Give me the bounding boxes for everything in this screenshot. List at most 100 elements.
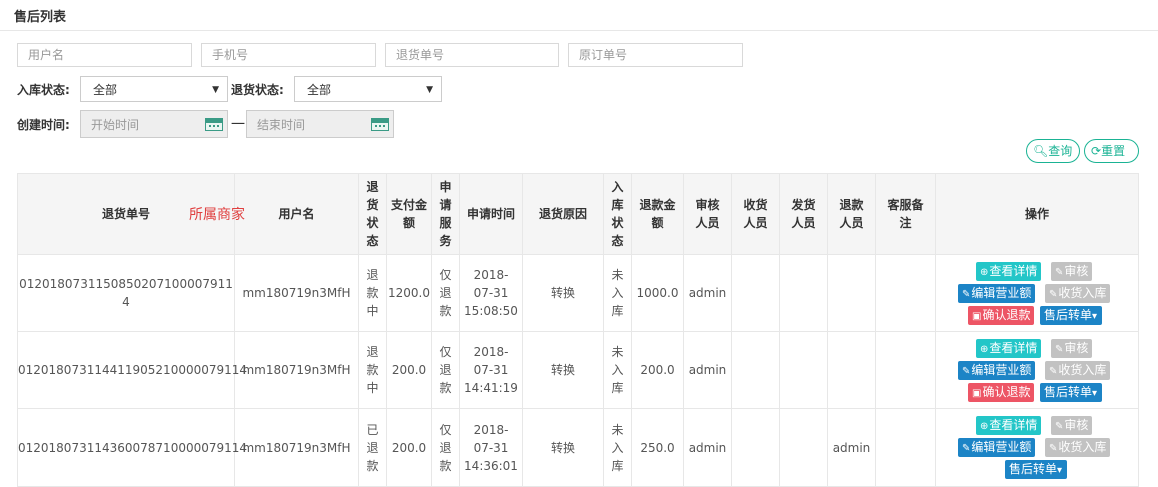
zoom-in-icon: ⊕ xyxy=(980,421,989,432)
view-detail-button[interactable]: ⊕查看详情 xyxy=(976,416,1042,435)
audit-button[interactable]: ✎审核 xyxy=(1051,262,1093,281)
edit-icon: ✎ xyxy=(962,443,971,454)
cell-receiver xyxy=(731,331,780,409)
edit-revenue-button[interactable]: ✎编辑营业额 xyxy=(958,284,1036,303)
cell-username: mm180719n3MfH xyxy=(234,331,359,409)
table-header-row: 退货单号 用户名 退 货 状 态 支付金 额 申 请 服 务 申请时间 退货原因… xyxy=(17,173,1139,255)
table-row: 0120180731150850207100007911​4 mm180719n… xyxy=(17,254,1139,332)
header-receiver: 收货 人员 xyxy=(731,173,780,255)
table-row: 012018073114360078710000079114 mm180719n… xyxy=(17,408,1139,487)
cell-refund: 250.0 xyxy=(631,408,684,487)
title-divider xyxy=(0,30,1158,31)
edit-revenue-button[interactable]: ✎编辑营业额 xyxy=(958,361,1036,380)
stock-status-select[interactable]: 全部 ▼ xyxy=(80,76,228,102)
cell-refunder xyxy=(827,254,876,332)
audit-button[interactable]: ✎审核 xyxy=(1051,339,1093,358)
audit-button[interactable]: ✎审核 xyxy=(1051,416,1093,435)
start-date-placeholder: 开始时间 xyxy=(91,118,140,132)
return-status-label: 退货状态: xyxy=(231,83,284,97)
cell-apply-time: 2018- 07-31 14:36:01 xyxy=(459,408,523,487)
transfer-dropdown-button[interactable]: 售后转单▾ xyxy=(1005,460,1068,479)
edit-icon: ✎ xyxy=(1049,443,1058,454)
return-status-select[interactable]: 全部 ▼ xyxy=(294,76,442,102)
cell-return-no: 012018073114411905210000079114 xyxy=(17,331,247,409)
phone-input[interactable]: 手机号 xyxy=(201,43,376,67)
transfer-dropdown-button[interactable]: 售后转单▾ xyxy=(1040,306,1103,325)
confirm-refund-button[interactable]: ▣确认退款 xyxy=(968,383,1035,402)
cell-receiver xyxy=(731,408,780,487)
refresh-icon: ⟳ xyxy=(1091,144,1102,158)
view-detail-button[interactable]: ⊕查看详情 xyxy=(976,262,1042,281)
orig-order-input[interactable]: 原订单号 xyxy=(568,43,743,67)
view-detail-button[interactable]: ⊕查看详情 xyxy=(976,339,1042,358)
caret-down-icon: ▾ xyxy=(1092,311,1098,322)
reset-button[interactable]: ⟳重置 xyxy=(1084,139,1139,163)
receive-stock-button[interactable]: ✎收货入库 xyxy=(1045,438,1111,457)
cell-refund: 200.0 xyxy=(631,331,684,409)
cell-stock-status: 未 入 库 xyxy=(603,331,632,409)
cell-return-status: 已 退 款 xyxy=(358,408,387,487)
cell-return-status: 退 款 中 xyxy=(358,254,387,332)
merchant-annotation: 所属商家 xyxy=(189,207,245,223)
header-service: 申 请 服 务 xyxy=(431,173,460,255)
cell-auditor: admin xyxy=(683,331,732,409)
edit-revenue-button[interactable]: ✎编辑营业额 xyxy=(958,438,1036,457)
return-status-value: 全部 xyxy=(307,83,332,97)
cell-operations: ⊕查看详情 ✎审核 ✎编辑营业额 ✎收货入库 ▣确认退款 售后转单▾ xyxy=(935,331,1139,409)
start-date-input[interactable]: 开始时间 xyxy=(80,110,228,138)
cell-stock-status: 未 入 库 xyxy=(603,254,632,332)
edit-icon: ✎ xyxy=(1055,267,1064,278)
cell-stock-status: 未 入 库 xyxy=(603,408,632,487)
confirm-refund-button[interactable]: ▣确认退款 xyxy=(968,306,1035,325)
cell-operations: ⊕查看详情 ✎审核 ✎编辑营业额 ✎收货入库 ▣确认退款 售后转单▾ xyxy=(935,254,1139,332)
save-icon: ▣ xyxy=(972,388,982,399)
caret-down-icon: ▾ xyxy=(1057,465,1063,476)
cell-apply-time: 2018- 07-31 14:41:19 xyxy=(459,331,523,409)
cell-shipper xyxy=(779,408,828,487)
query-button[interactable]: 🔍︎查询 xyxy=(1026,139,1080,163)
calendar-icon[interactable] xyxy=(205,118,223,131)
header-paid: 支付金 额 xyxy=(386,173,432,255)
cell-operations: ⊕查看详情 ✎审核 ✎编辑营业额 ✎收货入库 售后转单▾ xyxy=(935,408,1139,487)
header-auditor: 审核 人员 xyxy=(683,173,732,255)
page-title: 售后列表 xyxy=(14,10,67,25)
cell-refunder xyxy=(827,331,876,409)
return-no-input[interactable]: 退货单号 xyxy=(385,43,559,67)
chevron-down-icon: ▼ xyxy=(212,85,219,95)
header-remark: 客服备 注 xyxy=(875,173,936,255)
edit-icon: ✎ xyxy=(1049,366,1058,377)
cell-paid: 200.0 xyxy=(386,408,432,487)
username-input[interactable]: 用户名 xyxy=(17,43,192,67)
cell-shipper xyxy=(779,331,828,409)
transfer-dropdown-button[interactable]: 售后转单▾ xyxy=(1040,383,1103,402)
header-refund: 退款金 额 xyxy=(631,173,684,255)
edit-icon: ✎ xyxy=(1049,289,1058,300)
cell-receiver xyxy=(731,254,780,332)
cell-service: 仅 退 款 xyxy=(431,408,460,487)
cell-refunder: admin xyxy=(827,408,876,487)
header-operations: 操作 xyxy=(935,173,1139,255)
calendar-icon[interactable] xyxy=(371,118,389,131)
edit-icon: ✎ xyxy=(1055,421,1064,432)
cell-service: 仅 退 款 xyxy=(431,331,460,409)
cell-auditor: admin xyxy=(683,254,732,332)
end-date-placeholder: 结束时间 xyxy=(257,118,306,132)
edit-icon: ✎ xyxy=(962,366,971,377)
header-reason: 退货原因 xyxy=(522,173,604,255)
edit-icon: ✎ xyxy=(962,289,971,300)
chevron-down-icon: ▼ xyxy=(426,85,433,95)
caret-down-icon: ▾ xyxy=(1092,388,1098,399)
zoom-in-icon: ⊕ xyxy=(980,267,989,278)
search-icon: 🔍︎ xyxy=(1033,144,1049,158)
cell-remark xyxy=(875,254,936,332)
receive-stock-button[interactable]: ✎收货入库 xyxy=(1045,361,1111,380)
cell-return-status: 退 款 中 xyxy=(358,331,387,409)
cell-service: 仅 退 款 xyxy=(431,254,460,332)
date-range-separator: 一 xyxy=(231,117,245,133)
cell-refund: 1000.0 xyxy=(631,254,684,332)
stock-status-label: 入库状态: xyxy=(17,83,70,97)
zoom-in-icon: ⊕ xyxy=(980,344,989,355)
end-date-input[interactable]: 结束时间 xyxy=(246,110,394,138)
receive-stock-button[interactable]: ✎收货入库 xyxy=(1045,284,1111,303)
header-return-status: 退 货 状 态 xyxy=(358,173,387,255)
